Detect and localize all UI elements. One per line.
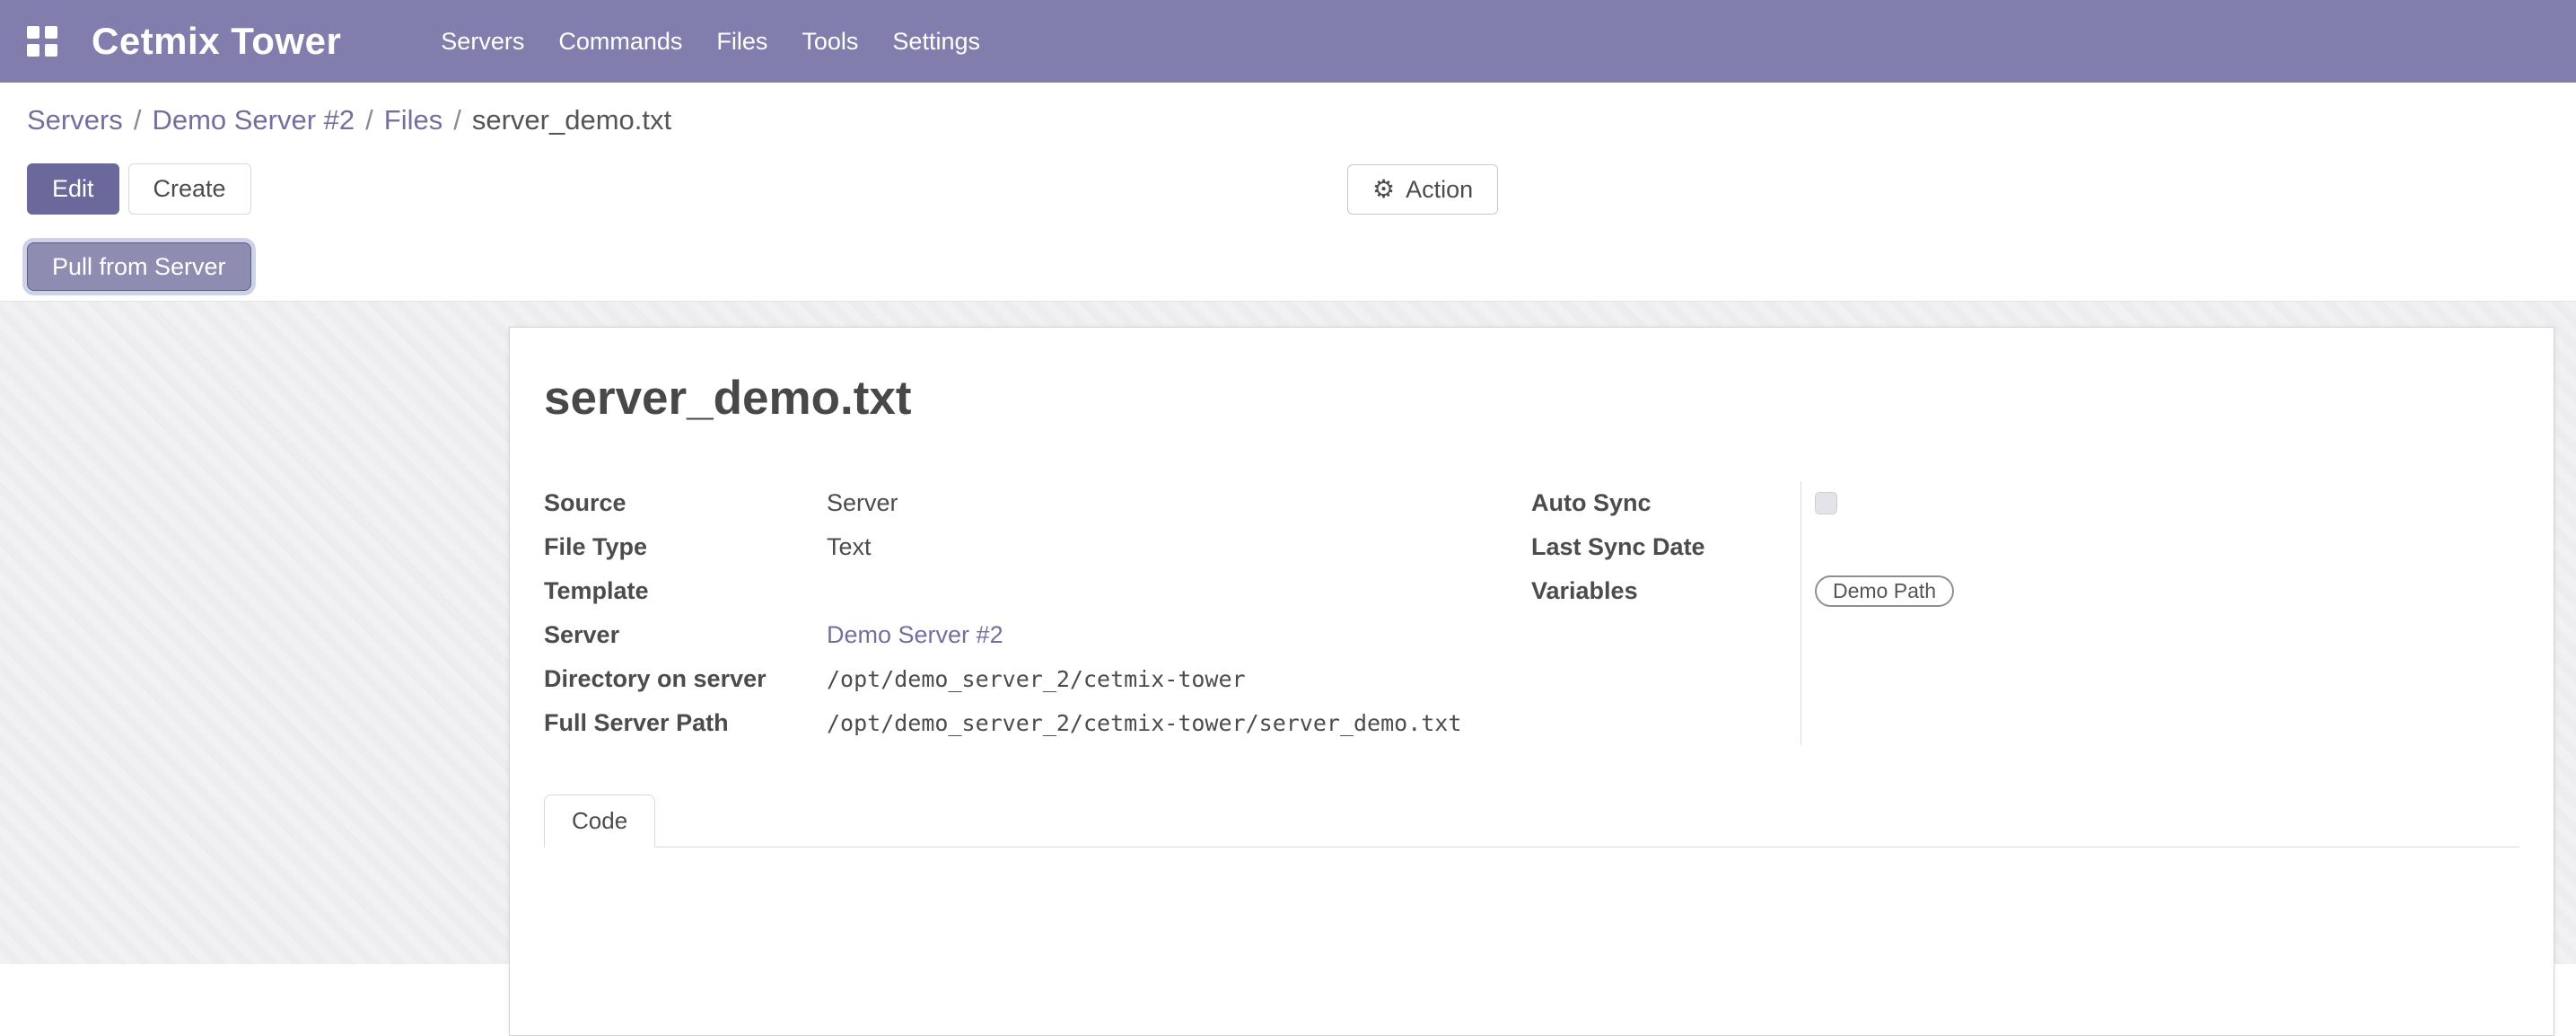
field-row-template: Template [544,569,1531,613]
field-label: Auto Sync [1531,481,1801,525]
apps-grid-square [27,26,39,39]
tab-code-content [544,847,2519,973]
content-area: server_demo.txt Source Server File Type … [0,301,2576,964]
button-row: Edit Create [27,163,2576,215]
field-label: Directory on server [544,665,827,693]
nav-settings[interactable]: Settings [875,28,997,56]
field-value: Server [827,489,898,517]
pull-row: Pull from Server [27,242,2576,291]
right-labels: Auto Sync Last Sync Date Variables [1531,481,1801,745]
field-row-file-type: File Type Text [544,525,1531,569]
server-link[interactable]: Demo Server #2 [827,621,1003,649]
field-label: Source [544,489,827,517]
variable-tag: Demo Path [1815,575,1954,607]
create-button[interactable]: Create [128,163,251,214]
breadcrumb-demo-server[interactable]: Demo Server #2 [152,104,355,136]
field-group-left: Source Server File Type Text Template Se… [544,481,1531,745]
nav-tools[interactable]: Tools [784,28,875,56]
breadcrumb-separator: / [365,104,373,136]
apps-grid-icon[interactable] [27,26,57,57]
field-label: Variables [1531,569,1801,613]
auto-sync-row [1815,481,1954,525]
nav-servers[interactable]: Servers [424,28,541,56]
app-brand[interactable]: Cetmix Tower [92,20,341,63]
field-group-right: Auto Sync Last Sync Date Variables Demo … [1531,481,1954,745]
field-label: File Type [544,533,827,561]
breadcrumb-current: server_demo.txt [472,104,671,136]
field-label: Full Server Path [544,709,827,737]
main-menu: Servers Commands Files Tools Settings [424,28,997,56]
last-sync-row [1815,525,1954,569]
breadcrumb-separator: / [134,104,142,136]
field-row-directory: Directory on server /opt/demo_server_2/c… [544,657,1531,701]
notebook-tabbar: Code [544,795,2519,847]
field-row-source: Source Server [544,481,1531,525]
auto-sync-checkbox[interactable] [1815,492,1837,514]
apps-grid-square [27,44,39,57]
breadcrumb-separator: / [453,104,461,136]
right-values: Demo Path [1801,481,1954,745]
field-label: Server [544,621,827,649]
record-title: server_demo.txt [544,371,2519,426]
variables-row: Demo Path [1815,569,1954,613]
action-button[interactable]: ⚙ Action [1347,164,1498,215]
field-value: /opt/demo_server_2/cetmix-tower/server_d… [827,710,1461,736]
form-sheet: server_demo.txt Source Server File Type … [509,327,2554,1036]
field-label: Last Sync Date [1531,525,1801,569]
field-row-server: Server Demo Server #2 [544,613,1531,657]
nav-files[interactable]: Files [699,28,784,56]
edit-button[interactable]: Edit [27,163,119,214]
top-navbar: Cetmix Tower Servers Commands Files Tool… [0,0,2576,83]
field-label: Template [544,577,827,605]
field-value: /opt/demo_server_2/cetmix-tower [827,666,1246,692]
control-panel: Servers / Demo Server #2 / Files / serve… [0,83,2576,301]
field-groups: Source Server File Type Text Template Se… [544,481,2519,745]
apps-grid-square [45,44,57,57]
action-button-label: Action [1406,175,1473,204]
apps-grid-square [45,26,57,39]
nav-commands[interactable]: Commands [541,28,699,56]
breadcrumb-files[interactable]: Files [384,104,442,136]
pull-from-server-button[interactable]: Pull from Server [27,242,251,291]
breadcrumb: Servers / Demo Server #2 / Files / serve… [27,102,2576,138]
gear-icon: ⚙ [1372,177,1395,202]
tab-code[interactable]: Code [544,795,655,847]
field-row-full-path: Full Server Path /opt/demo_server_2/cetm… [544,701,1531,745]
field-value: Text [827,533,872,561]
breadcrumb-servers[interactable]: Servers [27,104,123,136]
